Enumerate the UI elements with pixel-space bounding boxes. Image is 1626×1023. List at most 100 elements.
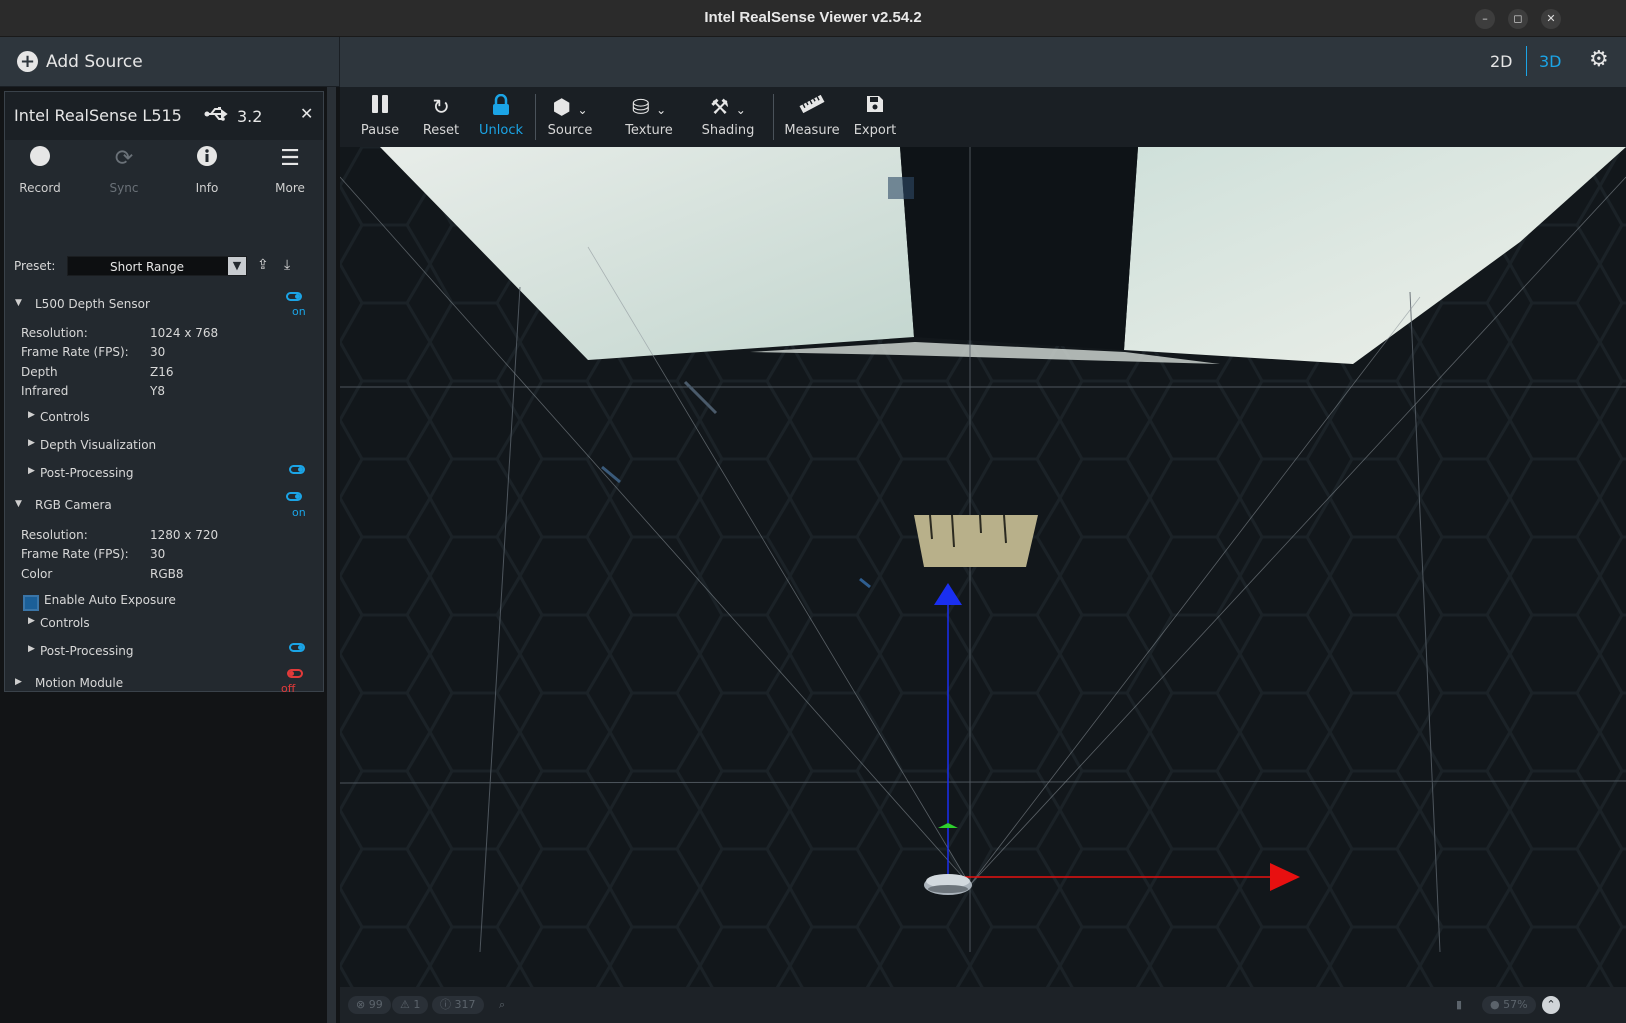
viewport-toolbar: Pause ↻ Reset Unlock ⬢ ⌄ Source ⛁ ⌄ Text… <box>340 87 1626 147</box>
search-icon[interactable]: ⌕ <box>491 996 513 1014</box>
measure-label: Measure <box>784 123 840 138</box>
minimize-button[interactable]: – <box>1475 9 1495 29</box>
restore-button[interactable]: ◻ <box>1508 9 1528 29</box>
window-title: Intel RealSense Viewer v2.54.2 <box>704 9 922 26</box>
unlock-button[interactable]: Unlock <box>473 93 529 144</box>
error-count-badge[interactable]: ⊗ 99 <box>348 996 391 1014</box>
sensor-name-depth[interactable]: L500 Depth Sensor <box>35 297 150 311</box>
save-icon <box>846 94 904 120</box>
collapsed-triangle-icon[interactable]: ▶ <box>28 410 35 420</box>
record-label: Record <box>19 181 61 195</box>
3d-viewport[interactable] <box>340 147 1626 987</box>
reset-label: Reset <box>422 123 460 138</box>
prop-value[interactable]: 1024 x 768 <box>150 326 218 340</box>
shading-button[interactable]: ⚒ ⌄ Shading <box>691 94 765 144</box>
auto-exposure-checkbox[interactable] <box>23 595 39 611</box>
section-controls[interactable]: Controls <box>40 616 90 630</box>
device-header: Intel RealSense L515 3.2 ✕ <box>5 92 323 140</box>
section-post-processing[interactable]: Post-Processing <box>40 644 134 658</box>
info-label: Info <box>195 181 219 195</box>
prop-label: Color <box>21 567 53 581</box>
collapsed-triangle-icon[interactable]: ▶ <box>28 466 35 476</box>
export-button[interactable]: Export <box>846 94 904 144</box>
info-count: 317 <box>454 998 476 1011</box>
add-source-label: Add Source <box>46 52 143 72</box>
close-window-button[interactable]: ✕ <box>1541 9 1561 29</box>
prop-value[interactable]: RGB8 <box>150 567 184 581</box>
prop-value[interactable]: 30 <box>150 547 165 561</box>
chevron-up-icon[interactable]: ⌃ <box>1542 996 1560 1014</box>
info-count-badge[interactable]: ⓘ 317 <box>432 996 484 1014</box>
unlock-label: Unlock <box>479 123 523 138</box>
source-button[interactable]: ⬢ ⌄ Source <box>538 94 602 144</box>
paint-roller-icon: ⚒ ⌄ <box>710 95 746 119</box>
prop-value[interactable]: 30 <box>150 345 165 359</box>
plus-icon: + <box>17 51 38 72</box>
pause-label: Pause <box>360 123 400 138</box>
sync-label: Sync <box>109 181 139 195</box>
view-2d-button[interactable]: 2D <box>1490 52 1513 71</box>
auto-exposure-label: Enable Auto Exposure <box>44 593 176 607</box>
depth-sensor-toggle[interactable] <box>286 292 302 301</box>
motion-module-toggle[interactable] <box>287 669 303 678</box>
source-label: Source <box>547 123 593 138</box>
collapsed-triangle-icon[interactable]: ▶ <box>28 644 35 654</box>
add-source-button[interactable]: + Add Source <box>0 37 340 87</box>
prop-value[interactable]: Z16 <box>150 365 174 379</box>
warning-count-badge[interactable]: ⚠ 1 <box>392 996 429 1014</box>
prop-value[interactable]: 1280 x 720 <box>150 528 218 542</box>
expand-triangle-icon[interactable]: ▼ <box>15 499 22 509</box>
expand-triangle-icon[interactable]: ▼ <box>15 298 22 308</box>
gear-icon[interactable]: ⚙ <box>1589 47 1609 72</box>
texture-label: Texture <box>625 123 673 138</box>
prop-label: Depth <box>21 365 58 379</box>
cube-icon: ⬢ ⌄ <box>552 95 588 119</box>
device-panel: + Add Source Intel RealSense L515 3.2 ✕ … <box>0 37 340 1023</box>
sync-button[interactable]: ⟳ Sync <box>89 145 159 205</box>
sensor-name-motion[interactable]: Motion Module <box>35 676 123 690</box>
collapsed-triangle-icon[interactable]: ▶ <box>28 616 35 626</box>
preset-select[interactable]: Short Range ▼ <box>67 256 247 276</box>
shading-label: Shading <box>701 123 755 138</box>
motion-module-state: off <box>281 682 296 695</box>
sensor-name-rgb[interactable]: RGB Camera <box>35 498 112 512</box>
texture-button[interactable]: ⛁ ⌄ Texture <box>612 94 686 144</box>
collapsed-triangle-icon[interactable]: ▶ <box>28 438 35 448</box>
pause-icon <box>352 94 408 120</box>
post-processing-toggle[interactable] <box>289 643 305 652</box>
prop-label: Frame Rate (FPS): <box>21 547 129 561</box>
view-topbar: 2D 3D ⚙ <box>340 37 1626 87</box>
menu-icon: ☰ <box>280 146 300 171</box>
section-controls[interactable]: Controls <box>40 410 90 424</box>
record-button[interactable]: Record <box>5 145 75 205</box>
close-device-button[interactable]: ✕ <box>300 104 313 123</box>
view-separator <box>1526 46 1527 76</box>
usb-version: 3.2 <box>237 107 263 126</box>
record-icon <box>5 145 75 173</box>
download-icon[interactable]: ⤓ <box>284 257 290 273</box>
toolbar-separator <box>535 94 536 140</box>
panel-scrollbar[interactable] <box>327 87 336 1023</box>
battery-level: 57% <box>1503 998 1528 1011</box>
reset-button[interactable]: ↻ Reset <box>413 94 469 144</box>
section-depth-visualization[interactable]: Depth Visualization <box>40 438 156 452</box>
section-post-processing[interactable]: Post-Processing <box>40 466 134 480</box>
post-processing-toggle[interactable] <box>289 465 305 474</box>
info-icon <box>172 145 242 173</box>
reset-icon: ↻ <box>432 95 450 119</box>
more-button[interactable]: ☰ More <box>255 145 325 205</box>
sync-icon: ⟳ <box>114 146 134 171</box>
collapsed-triangle-icon[interactable]: ▶ <box>15 677 22 687</box>
info-button[interactable]: Info <box>172 145 242 205</box>
view-3d-button[interactable]: 3D <box>1539 52 1562 71</box>
measure-button[interactable]: Measure <box>780 94 844 144</box>
more-label: More <box>275 181 305 195</box>
device-icon: ▮ <box>1456 998 1463 1011</box>
pause-button[interactable]: Pause <box>352 94 408 144</box>
upload-icon[interactable]: ⇪ <box>257 257 269 273</box>
prop-value[interactable]: Y8 <box>150 384 165 398</box>
statusbar: ⊗ 99 ⚠ 1 ⓘ 317 ⌕ ▮ ● 57% ⌃ <box>340 987 1626 1023</box>
lock-icon <box>473 93 529 120</box>
rgb-camera-toggle[interactable] <box>286 492 302 501</box>
prop-label: Frame Rate (FPS): <box>21 345 129 359</box>
